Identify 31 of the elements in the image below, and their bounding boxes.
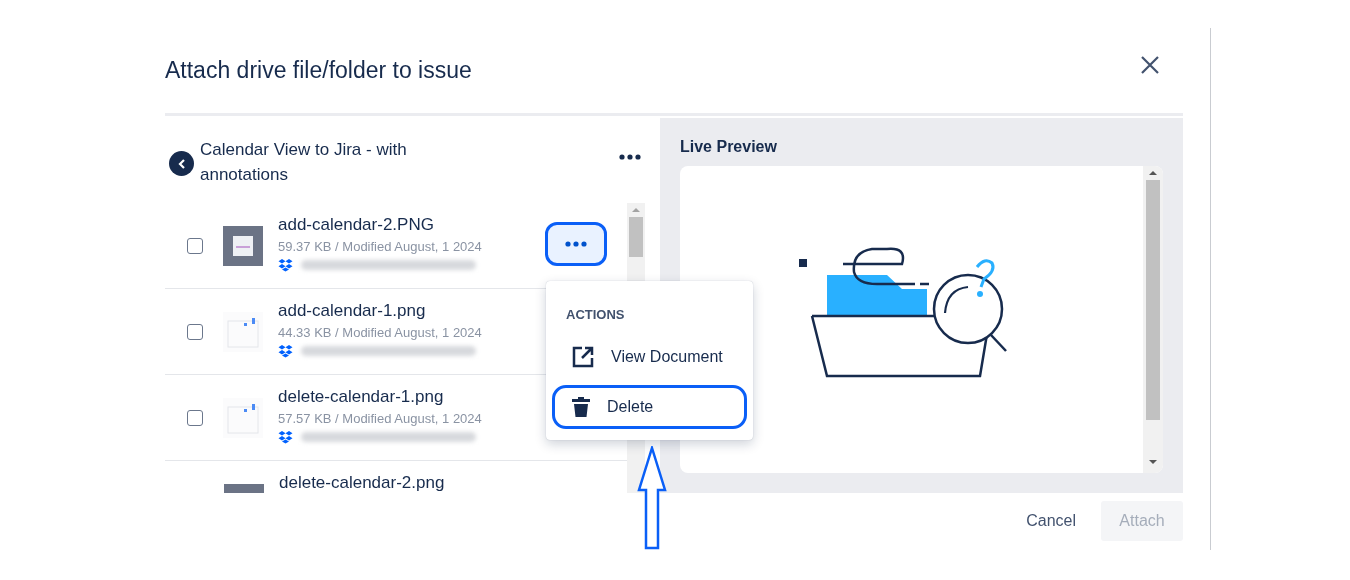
file-row[interactable]: delete-calendar-2.png bbox=[165, 461, 627, 493]
back-button[interactable] bbox=[169, 151, 194, 176]
cancel-button[interactable]: Cancel bbox=[1026, 512, 1076, 530]
trash-icon bbox=[571, 396, 591, 418]
menu-item[interactable]: Delete bbox=[552, 385, 747, 429]
menu-heading: ACTIONS bbox=[566, 307, 626, 322]
dropbox-icon bbox=[278, 258, 293, 272]
file-name: delete-calendar-2.png bbox=[279, 473, 445, 493]
preview-title: Live Preview bbox=[680, 138, 778, 156]
file-name: delete-calendar-1.png bbox=[278, 387, 445, 407]
chevron-left-icon bbox=[177, 158, 186, 169]
checkbox[interactable] bbox=[187, 324, 203, 340]
file-meta: 57.57 KB / Modified August, 1 2024 bbox=[278, 411, 482, 426]
file-name: add-calendar-1.png bbox=[278, 301, 427, 321]
file-meta: 44.33 KB / Modified August, 1 2024 bbox=[278, 325, 482, 340]
dialog-title: Attach drive file/folder to issue bbox=[165, 57, 472, 84]
scrollbar-thumb[interactable] bbox=[1146, 180, 1160, 420]
checkbox[interactable] bbox=[187, 238, 203, 254]
more-icon bbox=[565, 241, 587, 247]
checkbox[interactable] bbox=[187, 410, 203, 426]
external-link-icon bbox=[571, 345, 595, 369]
folder-title: Calendar View to Jira - with annotations bbox=[200, 139, 408, 186]
file-meta: 59.37 KB / Modified August, 1 2024 bbox=[278, 239, 482, 254]
file-name: add-calendar-2.PNG bbox=[278, 215, 435, 235]
scrollbar-thumb[interactable] bbox=[629, 217, 643, 257]
more-icon bbox=[619, 154, 641, 160]
row-more-button[interactable] bbox=[545, 222, 607, 266]
dropbox-icon bbox=[278, 344, 293, 358]
dropbox-icon bbox=[278, 430, 293, 444]
close-icon bbox=[1139, 54, 1161, 76]
scrollbar[interactable] bbox=[1143, 166, 1163, 473]
